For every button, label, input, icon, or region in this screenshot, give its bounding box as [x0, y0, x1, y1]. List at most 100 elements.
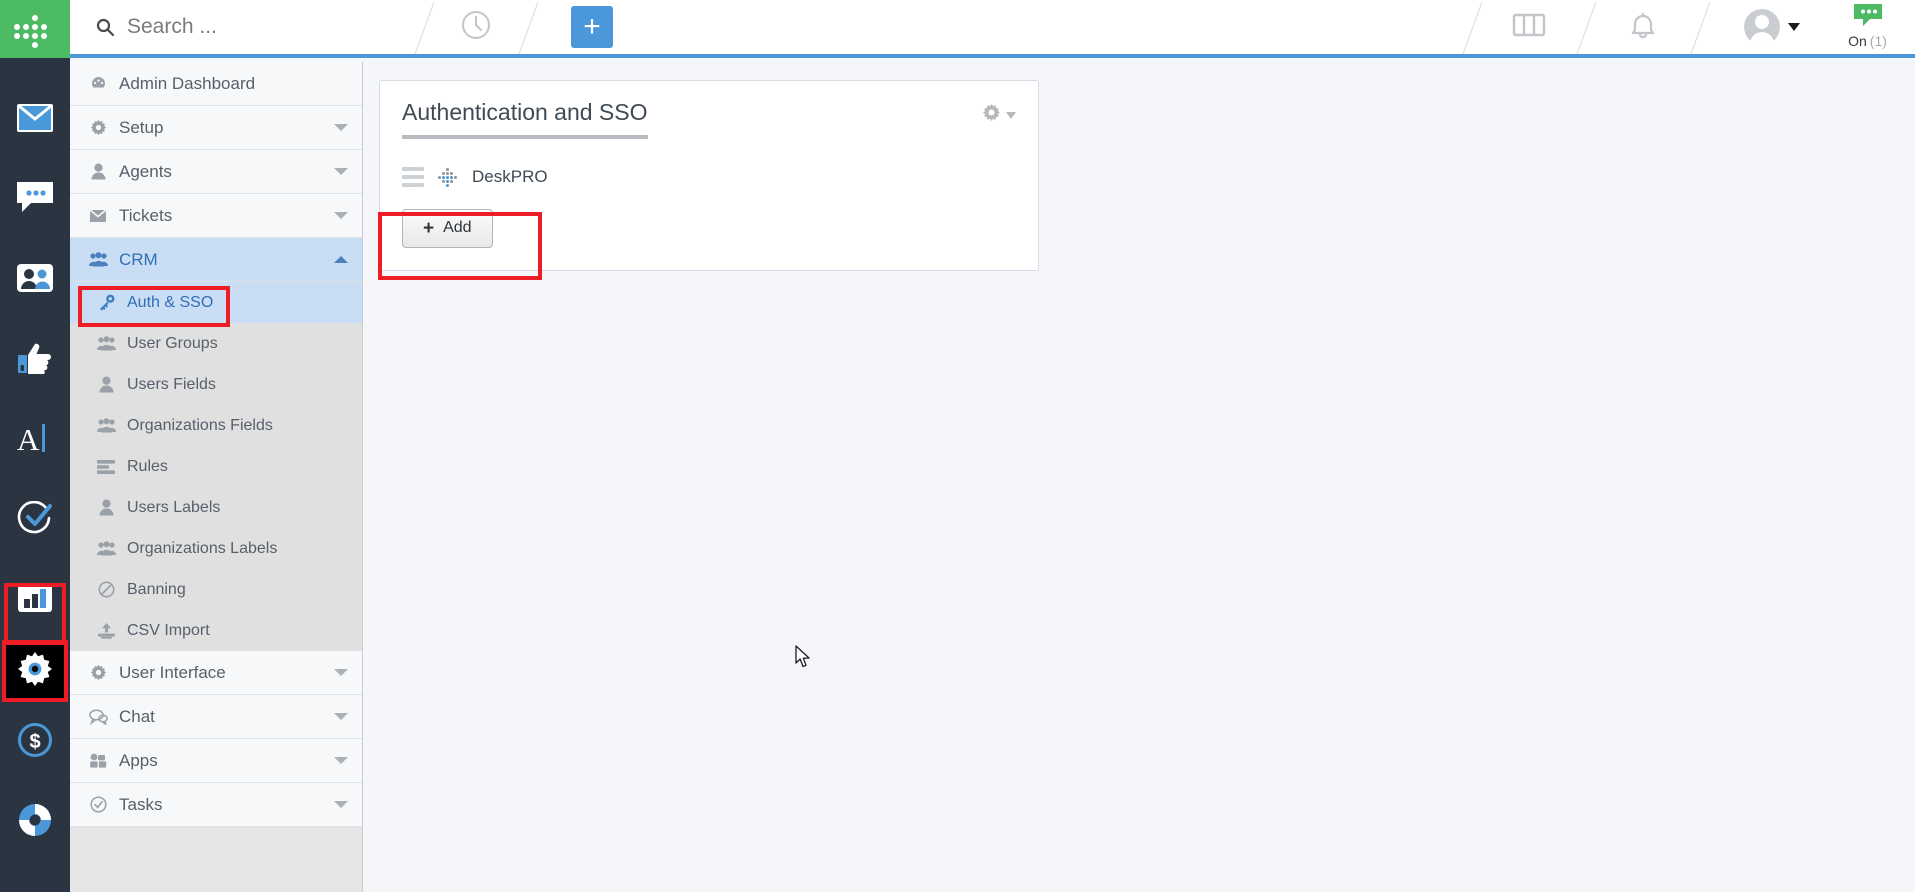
new-item-button-wrap: +	[552, 0, 632, 54]
chevron-down-icon	[1788, 23, 1800, 31]
sidebar-item-label: Tickets	[119, 205, 173, 225]
deskpro-dots-logo	[438, 167, 458, 187]
notifications-button[interactable]	[1610, 0, 1676, 54]
dashboard-gauge-icon	[88, 75, 108, 92]
auth-provider-row[interactable]: DeskPRO	[402, 166, 1016, 187]
sidebar-item-label: Chat	[119, 706, 155, 726]
people-group-icon	[88, 252, 108, 267]
check-circle-icon	[17, 500, 53, 540]
chevron-down-icon[interactable]	[334, 669, 348, 676]
recent-items-button[interactable]	[448, 0, 504, 54]
upload-icon	[96, 622, 116, 639]
gear-icon	[88, 119, 108, 136]
sidebar-item-agents[interactable]: Agents	[70, 150, 362, 194]
drag-handle-icon[interactable]	[402, 166, 424, 187]
rail-item-billing[interactable]: $	[0, 702, 70, 782]
auth-sso-panel: Authentication and SSO DeskPRO + Add	[379, 80, 1039, 271]
sidebar-item-label: Apps	[119, 750, 158, 770]
key-icon	[96, 294, 116, 311]
chevron-down-icon[interactable]	[334, 124, 348, 131]
sidebar-item-label: Agents	[119, 161, 172, 181]
sidebar-item-label: Users Fields	[127, 375, 216, 393]
top-header-bar: +	[0, 0, 1915, 58]
sidebar-item-organizations-fields[interactable]: Organizations Fields	[70, 405, 362, 446]
rail-item-support[interactable]	[0, 782, 70, 862]
rail-item-feedback[interactable]	[0, 320, 70, 400]
sidebar-item-auth-sso[interactable]: Auth & SSO	[70, 282, 362, 323]
sidebar-item-setup[interactable]: Setup	[70, 106, 362, 150]
rail-item-tasks[interactable]	[0, 480, 70, 560]
clock-icon	[460, 9, 492, 46]
svg-text:$: $	[29, 731, 40, 753]
chevron-down-icon[interactable]	[334, 168, 348, 175]
check-circle-icon	[88, 796, 108, 813]
chevron-down-icon[interactable]	[334, 212, 348, 219]
rail-item-reports[interactable]	[0, 560, 70, 640]
sidebar-item-organizations-labels[interactable]: Organizations Labels	[70, 528, 362, 569]
header-divider	[504, 0, 552, 54]
sidebar-item-label: Organizations Fields	[127, 416, 273, 434]
sidebar-item-label: Rules	[127, 457, 168, 475]
new-item-button[interactable]: +	[571, 6, 613, 48]
sidebar-item-chat[interactable]: Chat	[70, 695, 362, 739]
sidebar-item-crm[interactable]: CRM	[70, 238, 362, 282]
add-button-label: Add	[443, 219, 472, 237]
ban-icon	[96, 581, 116, 598]
search-input[interactable]	[127, 15, 377, 39]
rail-item-crm[interactable]	[0, 240, 70, 320]
chevron-up-icon[interactable]	[334, 256, 348, 263]
sidebar-item-label: Tasks	[119, 794, 163, 814]
panel-settings-menu[interactable]	[982, 103, 1016, 127]
sidebar-item-csv-import[interactable]: CSV Import	[70, 610, 362, 651]
sidebar-item-label: Admin Dashboard	[119, 73, 256, 93]
layout-columns-button[interactable]	[1496, 0, 1562, 54]
left-app-rail: A $	[0, 58, 70, 892]
sidebar-item-admin-dashboard[interactable]: Admin Dashboard	[70, 62, 362, 106]
sidebar-item-label: Organizations Labels	[127, 539, 278, 557]
text-cursor-a-icon: A	[16, 421, 54, 460]
list-rules-icon	[96, 459, 116, 474]
sidebar-item-apps[interactable]: Apps	[70, 739, 362, 783]
sidebar-item-rules[interactable]: Rules	[70, 446, 362, 487]
header-divider	[400, 0, 448, 54]
user-avatar-icon	[1744, 9, 1780, 45]
chevron-down-icon[interactable]	[334, 801, 348, 808]
chat-status-label: On	[1848, 33, 1867, 49]
sidebar-item-label: Setup	[119, 117, 164, 137]
envelope-icon	[88, 208, 108, 223]
lifebuoy-icon	[17, 802, 53, 843]
sidebar-item-label: CSV Import	[127, 621, 210, 639]
rail-item-admin[interactable]	[2, 640, 68, 702]
blocks-icon	[88, 753, 108, 769]
sidebar-item-users-labels[interactable]: Users Labels	[70, 487, 362, 528]
sidebar-item-tasks[interactable]: Tasks	[70, 783, 362, 827]
sidebar-item-users-fields[interactable]: Users Fields	[70, 364, 362, 405]
chat-status-toggle[interactable]: On (1)	[1820, 0, 1915, 54]
user-menu-button[interactable]	[1724, 0, 1820, 54]
chat-status-text: On (1)	[1848, 33, 1887, 51]
rail-item-publish[interactable]: A	[0, 400, 70, 480]
auth-provider-label: DeskPRO	[472, 166, 548, 186]
chevron-down-icon[interactable]	[334, 713, 348, 720]
bell-icon	[1629, 10, 1657, 45]
sidebar-item-banning[interactable]: Banning	[70, 569, 362, 610]
sidebar-item-user-groups[interactable]: User Groups	[70, 323, 362, 364]
user-icon	[88, 163, 108, 180]
bar-chart-icon	[17, 583, 53, 618]
columns-layout-icon	[1512, 11, 1546, 44]
chat-bubble-icon	[1853, 3, 1883, 32]
global-search[interactable]	[70, 0, 400, 54]
header-spacer	[632, 0, 1448, 54]
page-title: Authentication and SSO	[402, 99, 648, 139]
sidebar-item-label: Users Labels	[127, 498, 221, 516]
add-button[interactable]: + Add	[402, 208, 493, 248]
sidebar-item-label: User Interface	[119, 662, 226, 682]
sidebar-item-user-interface[interactable]: User Interface	[70, 651, 362, 695]
chevron-down-icon[interactable]	[334, 757, 348, 764]
rail-item-tickets[interactable]	[0, 80, 70, 160]
sidebar-item-tickets[interactable]: Tickets	[70, 194, 362, 238]
gear-icon	[982, 103, 1001, 127]
deskpro-dots-logo[interactable]	[0, 0, 70, 58]
rail-item-chat[interactable]	[0, 160, 70, 240]
chat-bubbles-icon	[88, 708, 108, 725]
